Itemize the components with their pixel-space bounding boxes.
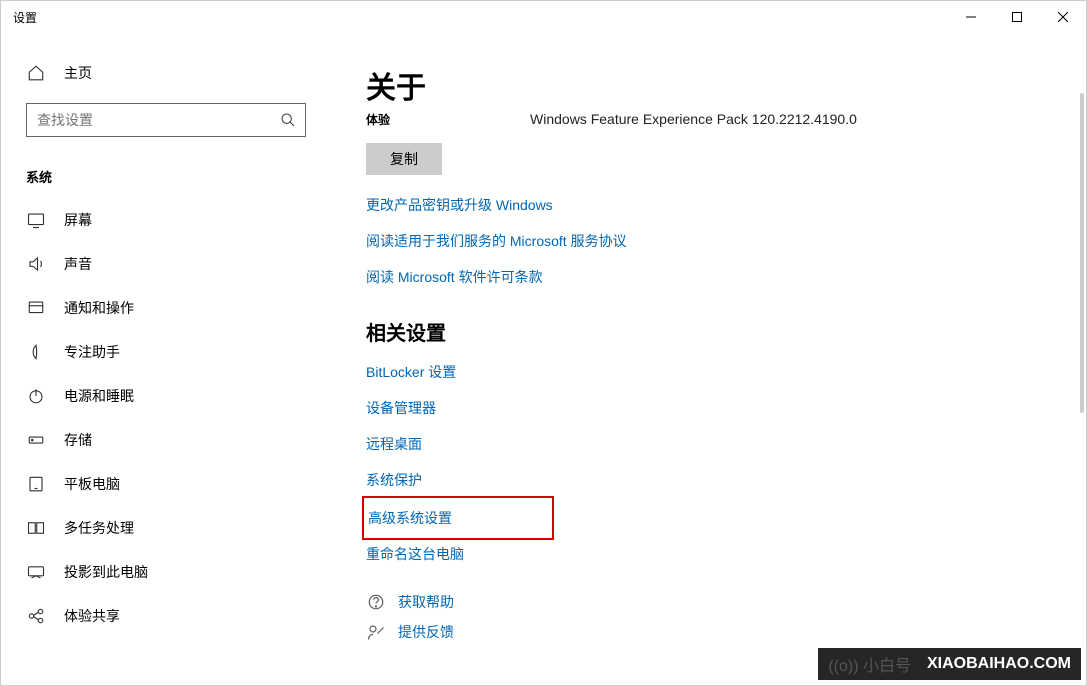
nav-sound[interactable]: 声音	[1, 242, 326, 286]
watermark: ((o)) 小白号 XIAOBAIHAO.COM	[818, 648, 1081, 680]
multitasking-icon	[26, 518, 46, 538]
notifications-icon	[26, 298, 46, 318]
search-input[interactable]	[26, 103, 306, 137]
page-title: 关于	[366, 63, 1046, 107]
sidebar: 主页 系统 屏幕 声音 通知和操作	[1, 33, 326, 685]
nav-notifications[interactable]: 通知和操作	[1, 286, 326, 330]
search-icon[interactable]	[280, 112, 296, 128]
link-advanced-system-settings[interactable]: 高级系统设置	[368, 508, 452, 528]
highlight-box: 高级系统设置	[362, 496, 554, 540]
project-icon	[26, 562, 46, 582]
link-system-protection[interactable]: 系统保护	[366, 470, 1046, 490]
nav-label: 多任务处理	[64, 518, 134, 538]
power-icon	[26, 386, 46, 406]
window-title: 设置	[13, 9, 948, 26]
search-wrap	[26, 103, 306, 137]
home-nav[interactable]: 主页	[1, 53, 326, 93]
nav-label: 专注助手	[64, 342, 120, 362]
focus-icon	[26, 342, 46, 362]
close-button[interactable]	[1040, 1, 1086, 33]
scrollbar[interactable]	[1080, 93, 1084, 413]
feature-pack-text: Windows Feature Experience Pack 120.2212…	[530, 111, 857, 127]
maximize-button[interactable]	[994, 1, 1040, 33]
nav-tablet[interactable]: 平板电脑	[1, 462, 326, 506]
shared-icon	[26, 606, 46, 626]
nav-label: 通知和操作	[64, 298, 134, 318]
help-icon	[366, 592, 386, 612]
minimize-button[interactable]	[948, 1, 994, 33]
nav-label: 平板电脑	[64, 474, 120, 494]
link-remote-desktop[interactable]: 远程桌面	[366, 434, 1046, 454]
nav-label: 体验共享	[64, 606, 120, 626]
watermark-logo: ((o)) 小白号	[828, 652, 919, 676]
display-icon	[26, 210, 46, 230]
link-bitlocker[interactable]: BitLocker 设置	[366, 362, 1046, 382]
link-services-agreement[interactable]: 阅读适用于我们服务的 Microsoft 服务协议	[366, 231, 1046, 251]
settings-window: 设置 主页 系统	[0, 0, 1087, 686]
link-get-help[interactable]: 获取帮助	[398, 592, 454, 612]
nav-focus-assist[interactable]: 专注助手	[1, 330, 326, 374]
link-rename-pc[interactable]: 重命名这台电脑	[366, 544, 1046, 564]
titlebar: 设置	[1, 1, 1086, 33]
home-label: 主页	[64, 63, 92, 83]
storage-icon	[26, 430, 46, 450]
nav-shared-experiences[interactable]: 体验共享	[1, 594, 326, 638]
experience-subhead: 体验	[366, 111, 390, 128]
nav-label: 屏幕	[64, 210, 92, 230]
nav-label: 存储	[64, 430, 92, 450]
main-content: 关于 体验 Windows Feature Experience Pack 12…	[326, 33, 1086, 685]
feedback-icon	[366, 622, 386, 642]
nav-label: 电源和睡眠	[64, 386, 134, 406]
help-row: 获取帮助	[366, 592, 1046, 612]
nav-project[interactable]: 投影到此电脑	[1, 550, 326, 594]
nav-label: 投影到此电脑	[64, 562, 148, 582]
link-change-product-key[interactable]: 更改产品密钥或升级 Windows	[366, 195, 1046, 215]
link-give-feedback[interactable]: 提供反馈	[398, 622, 454, 642]
nav-power-sleep[interactable]: 电源和睡眠	[1, 374, 326, 418]
body: 主页 系统 屏幕 声音 通知和操作	[1, 33, 1086, 685]
nav-multitasking[interactable]: 多任务处理	[1, 506, 326, 550]
copy-button[interactable]: 复制	[366, 143, 442, 175]
home-icon	[26, 63, 46, 83]
section-label: 系统	[1, 157, 326, 198]
feedback-row: 提供反馈	[366, 622, 1046, 642]
link-device-manager[interactable]: 设备管理器	[366, 398, 1046, 418]
related-title: 相关设置	[366, 317, 1046, 346]
watermark-text: XIAOBAIHAO.COM	[927, 655, 1071, 673]
nav-display[interactable]: 屏幕	[1, 198, 326, 242]
nav-storage[interactable]: 存储	[1, 418, 326, 462]
sound-icon	[26, 254, 46, 274]
nav-label: 声音	[64, 254, 92, 274]
tablet-icon	[26, 474, 46, 494]
link-license-terms[interactable]: 阅读 Microsoft 软件许可条款	[366, 267, 1046, 287]
